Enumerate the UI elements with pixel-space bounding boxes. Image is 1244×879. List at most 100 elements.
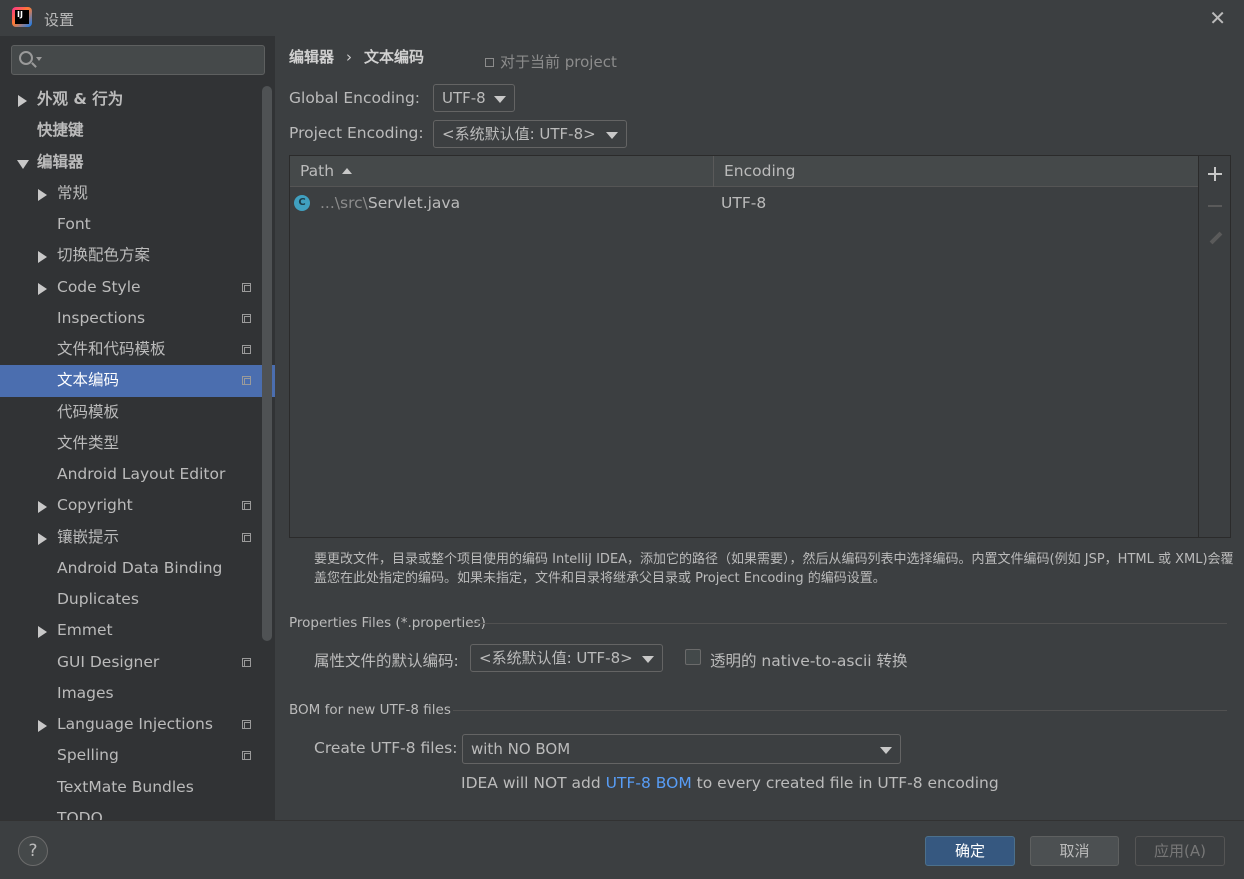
- settings-search-input[interactable]: [11, 45, 265, 75]
- breadcrumb-parent: 编辑器: [289, 48, 335, 66]
- sidebar-item[interactable]: Spelling: [0, 740, 262, 771]
- properties-section-divider: [469, 623, 1227, 624]
- project-encoding-label: Project Encoding:: [289, 124, 424, 142]
- add-icon[interactable]: [1207, 166, 1223, 182]
- project-scope-icon: [242, 720, 251, 729]
- sidebar-item[interactable]: Copyright: [0, 490, 262, 521]
- file-encodings-panel: 编辑器 › 文本编码 对于当前 project Global Encoding: U…: [275, 36, 1244, 820]
- breadcrumb-current: 文本编码: [364, 48, 425, 66]
- sidebar-item[interactable]: 外观 & 行为: [0, 84, 262, 115]
- sidebar-item[interactable]: 快捷键: [0, 115, 262, 146]
- utf8-bom-link[interactable]: UTF-8 BOM: [606, 774, 692, 792]
- sidebar-item[interactable]: Code Style: [0, 272, 262, 303]
- bom-note-after: to every created file in UTF-8 encoding: [691, 774, 999, 792]
- sidebar-item[interactable]: Language Injections: [0, 709, 262, 740]
- sidebar-item-label: 文件和代码模板: [57, 340, 166, 358]
- expand-right-icon[interactable]: [38, 501, 47, 514]
- sidebar-item[interactable]: GUI Designer: [0, 647, 262, 678]
- chevron-down-icon: [606, 132, 618, 139]
- path-encoding-table: Path Encoding C ...\src\Servlet.java UTF…: [289, 155, 1199, 538]
- sidebar-item-label: Emmet: [57, 621, 113, 640]
- expand-right-icon[interactable]: [38, 282, 47, 295]
- expand-right-icon[interactable]: [38, 188, 47, 201]
- encoding-help-text: 要更改文件，目录或整个项目使用的编码 IntelliJ IDEA，添加它的路径（…: [314, 552, 1234, 586]
- sidebar-item-label: 镶嵌提示: [57, 527, 120, 546]
- breadcrumb-separator: ›: [346, 48, 353, 66]
- expand-right-icon[interactable]: [38, 720, 47, 732]
- expand-right-icon[interactable]: [38, 626, 47, 639]
- sidebar-item-label: 快捷键: [37, 121, 84, 140]
- sidebar-item[interactable]: Android Layout Editor: [0, 459, 262, 490]
- sidebar-item[interactable]: TextMate Bundles: [0, 772, 262, 803]
- search-icon: [19, 51, 33, 65]
- sidebar-item-label: TextMate Bundles: [57, 777, 194, 796]
- expand-right-icon[interactable]: [38, 532, 47, 545]
- project-scope-icon: [242, 345, 251, 354]
- properties-encoding-value: <系统默认值: UTF-8>: [479, 649, 633, 667]
- sidebar-item-label: Copyright: [57, 496, 133, 515]
- sidebar-scrollbar[interactable]: [262, 86, 272, 641]
- bom-select[interactable]: with NO BOM: [462, 734, 901, 764]
- sidebar-item-label: GUI Designer: [57, 652, 160, 671]
- search-history-caret-icon[interactable]: [36, 57, 42, 61]
- sidebar-item[interactable]: 文本编码: [0, 365, 275, 397]
- cancel-button[interactable]: 取消: [1030, 836, 1119, 866]
- bom-section-title: BOM for new UTF-8 files: [289, 702, 451, 718]
- help-button[interactable]: ?: [18, 836, 48, 866]
- project-encoding-value: <系统默认值: UTF-8>: [442, 125, 596, 143]
- column-header-path[interactable]: Path: [290, 156, 713, 187]
- table-row[interactable]: C ...\src\Servlet.java UTF-8: [290, 188, 1198, 218]
- sidebar-item-label: 代码模板: [57, 402, 120, 421]
- project-encoding-select[interactable]: <系统默认值: UTF-8>: [433, 120, 627, 148]
- sidebar-item[interactable]: 切换配色方案: [0, 240, 262, 271]
- sidebar-item[interactable]: 文件类型: [0, 428, 262, 459]
- sidebar-item[interactable]: TODO: [0, 803, 262, 820]
- sidebar-item-label: Inspections: [57, 308, 146, 327]
- ok-button[interactable]: 确定: [925, 836, 1015, 866]
- sidebar-item[interactable]: Android Data Binding: [0, 553, 262, 584]
- close-icon[interactable]: ✕: [1209, 6, 1226, 30]
- row-encoding[interactable]: UTF-8: [721, 188, 766, 218]
- native-to-ascii-checkbox[interactable]: [685, 649, 701, 665]
- sidebar-item[interactable]: 常规: [0, 178, 262, 209]
- column-header-path-label: Path: [300, 162, 335, 180]
- sidebar-item[interactable]: 编辑器: [0, 147, 262, 178]
- sidebar-item[interactable]: Font: [0, 209, 262, 240]
- settings-sidebar: 外观 & 行为快捷键编辑器常规 Font 切换配色方案 Code Style Inspe…: [0, 36, 275, 820]
- sidebar-item-label: Android Layout Editor: [57, 465, 226, 483]
- project-scope-hint: 对于当前 project: [485, 51, 617, 72]
- project-scope-icon: [242, 501, 251, 511]
- project-scope-icon: [485, 58, 494, 67]
- sort-ascending-icon: [342, 168, 353, 174]
- global-encoding-label: Global Encoding:: [289, 89, 421, 107]
- create-utf8-label: Create UTF-8 files:: [314, 739, 458, 757]
- sidebar-item[interactable]: Duplicates: [0, 584, 262, 615]
- sidebar-item-label: Font: [57, 215, 91, 233]
- sidebar-item[interactable]: 文件和代码模板: [0, 334, 262, 365]
- row-path[interactable]: ...\src\Servlet.java: [320, 188, 460, 218]
- sidebar-item-label: TODO: [57, 808, 103, 820]
- remove-icon[interactable]: [1207, 198, 1223, 214]
- java-class-icon: C: [294, 195, 310, 211]
- dialog-footer: ? 确定 取消 应用(A): [0, 820, 1244, 879]
- sidebar-item[interactable]: Inspections: [0, 303, 262, 334]
- expand-right-icon[interactable]: [38, 251, 47, 264]
- apply-button[interactable]: 应用(A): [1135, 836, 1225, 866]
- sidebar-item[interactable]: Emmet: [0, 615, 262, 646]
- sidebar-item[interactable]: 代码模板: [0, 397, 262, 428]
- sidebar-item[interactable]: 镶嵌提示: [0, 522, 262, 553]
- window-title: 设置: [44, 11, 75, 29]
- global-encoding-select[interactable]: UTF-8: [433, 84, 515, 112]
- native-to-ascii-label[interactable]: 透明的 native-to-ascii 转换: [710, 649, 908, 671]
- properties-section-title: Properties Files (*.properties): [289, 615, 486, 631]
- table-toolbar: [1199, 155, 1231, 538]
- expand-down-icon[interactable]: [17, 159, 29, 169]
- project-scope-icon: [242, 751, 251, 761]
- sidebar-item-label: 切换配色方案: [57, 246, 151, 265]
- sidebar-item[interactable]: Images: [0, 678, 262, 709]
- properties-encoding-select[interactable]: <系统默认值: UTF-8>: [470, 644, 663, 672]
- expand-right-icon[interactable]: [18, 95, 27, 107]
- column-header-encoding[interactable]: Encoding: [714, 156, 1198, 187]
- edit-icon[interactable]: [1207, 230, 1223, 246]
- sidebar-item-label: 常规: [57, 183, 89, 202]
